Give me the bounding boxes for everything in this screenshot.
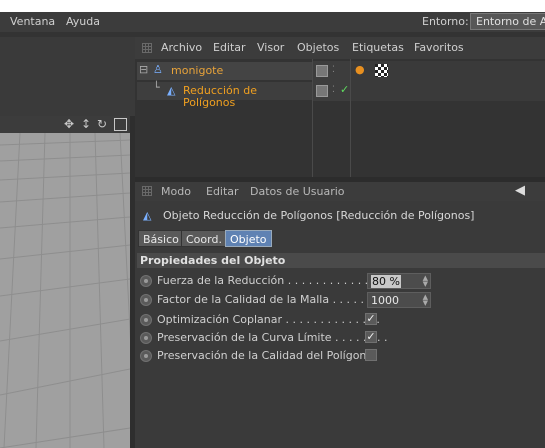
maximize-view-icon[interactable] (114, 118, 127, 131)
tree-branch-icon: └ (153, 81, 160, 94)
vertical-move-icon[interactable]: ↕ (81, 117, 91, 131)
prop-label: Factor de la Calidad de la Malla . . . .… (157, 293, 379, 306)
attribute-title: Objeto Reducción de Polígonos [Reducción… (163, 209, 475, 222)
polygon-quality-checkbox[interactable] (365, 349, 377, 361)
render-toggle-icon[interactable] (316, 65, 328, 77)
menu-ayuda[interactable]: Ayuda (66, 15, 100, 28)
column-divider (350, 59, 351, 177)
object-manager-menubar: Archivo Editar Visor Objetos Etiquetas F… (135, 37, 545, 59)
animation-radio-icon[interactable] (140, 275, 152, 287)
menu-ventana[interactable]: Ventana (10, 15, 55, 28)
reduction-strength-field[interactable]: 80 % ▲ ▼ (367, 273, 431, 289)
am-menu-modo[interactable]: Modo (161, 185, 191, 198)
figure-object-icon: ♙ (153, 63, 163, 76)
om-menu-favoritos[interactable]: Favoritos (414, 41, 464, 54)
rotate-icon[interactable]: ↻ (97, 117, 107, 131)
om-menu-objetos[interactable]: Objetos (297, 41, 339, 54)
am-menu-datos-usuario[interactable]: Datos de Usuario (250, 185, 345, 198)
grip-icon[interactable] (142, 186, 152, 196)
prop-label: Preservación de la Calidad del Polígono (157, 349, 374, 362)
am-menu-editar[interactable]: Editar (206, 185, 239, 198)
viewport-canvas[interactable] (0, 133, 130, 448)
tree-expand-icon[interactable]: ⊟ (139, 64, 148, 76)
animation-radio-icon[interactable] (140, 314, 152, 326)
om-menu-etiquetas[interactable]: Etiquetas (352, 41, 404, 54)
om-menu-archivo[interactable]: Archivo (161, 41, 202, 54)
viewport-toolbar: ✥ ↕ ↻ (0, 116, 133, 133)
object-name-monigote[interactable]: monigote (171, 65, 223, 77)
prop-reduction-strength: Fuerza de la Reducción . . . . . . . . .… (140, 273, 545, 290)
visibility-dots-icon[interactable]: ⁚ (332, 84, 335, 96)
environment-dropdown[interactable]: Entorno de A (470, 13, 545, 30)
viewport-top-area (0, 37, 133, 116)
prop-label: Preservación de la Curva Límite . . . . … (157, 331, 388, 344)
prop-boundary-curve: Preservación de la Curva Límite . . . . … (140, 330, 545, 347)
stepper-arrows-icon[interactable]: ▲ ▼ (423, 275, 428, 288)
animation-radio-icon[interactable] (140, 294, 152, 306)
prop-label: Fuerza de la Reducción . . . . . . . . .… (157, 274, 383, 287)
viewport-grid (0, 133, 130, 448)
object-row-monigote[interactable]: ⊟ ♙ monigote (137, 62, 312, 80)
field-value: 1000 (371, 294, 399, 307)
render-toggle-icon[interactable] (316, 85, 328, 97)
animation-radio-icon[interactable] (140, 332, 152, 344)
section-header: Propiedades del Objeto (137, 253, 545, 268)
prop-coplanar-optimization: Optimización Coplanar . . . . . . . . . … (140, 312, 545, 329)
column-divider (312, 59, 313, 177)
animation-radio-icon[interactable] (140, 350, 152, 362)
environment-label: Entorno: (422, 15, 469, 28)
boundary-curve-checkbox[interactable]: ✓ (365, 331, 377, 343)
tab-coord[interactable]: Coord. (181, 230, 227, 247)
move-icon[interactable]: ✥ (64, 117, 74, 131)
prop-mesh-quality-factor: Factor de la Calidad de la Malla . . . .… (140, 292, 545, 309)
object-name-polygon-reduction[interactable]: Reducción de Polígonos (183, 85, 312, 109)
material-tag-icon[interactable]: ● (355, 64, 365, 76)
prop-polygon-quality: Preservación de la Calidad del Polígono (140, 348, 545, 365)
field-value: 80 % (371, 275, 401, 288)
polygon-reduction-icon: ◭ (143, 209, 152, 222)
mesh-quality-field[interactable]: 1000 ▲ ▼ (367, 292, 431, 308)
tab-basico[interactable]: Básico (138, 230, 184, 247)
enabled-check-icon[interactable]: ✓ (340, 84, 349, 96)
coplanar-checkbox[interactable]: ✓ (365, 313, 377, 325)
om-menu-visor[interactable]: Visor (257, 41, 284, 54)
tab-objeto[interactable]: Objeto (225, 230, 272, 247)
object-row-polygon-reduction[interactable]: └ ◭ Reducción de Polígonos (137, 81, 312, 109)
texture-tag-icon[interactable] (375, 64, 388, 77)
back-arrow-icon[interactable]: ◀ (515, 183, 525, 198)
attribute-manager-menubar: Modo Editar Datos de Usuario ◀ (135, 182, 545, 201)
om-menu-editar[interactable]: Editar (213, 41, 246, 54)
stepper-arrows-icon[interactable]: ▲ ▼ (423, 294, 428, 307)
grip-icon[interactable] (142, 43, 152, 53)
visibility-dots-icon[interactable]: ⁚ (332, 64, 335, 76)
top-strip (0, 0, 545, 12)
polygon-reduction-icon: ◭ (167, 84, 176, 97)
prop-label: Optimización Coplanar . . . . . . . . . … (157, 313, 380, 326)
